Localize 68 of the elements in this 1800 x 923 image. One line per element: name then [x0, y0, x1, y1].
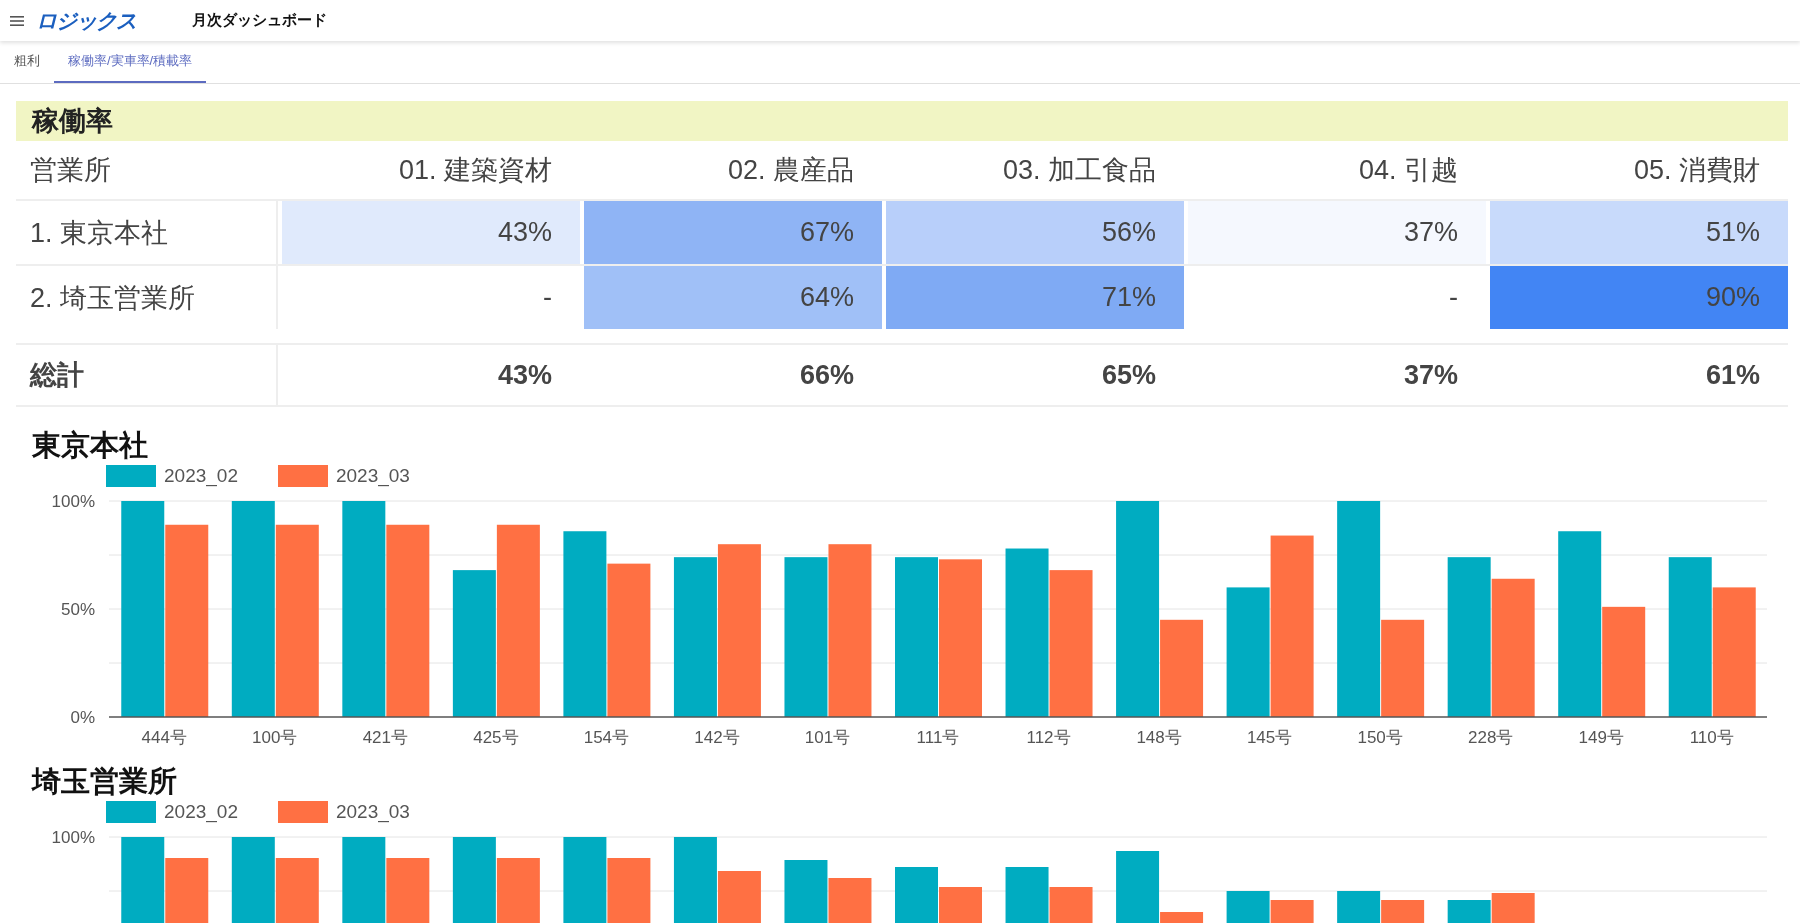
x-tick-label: 154号: [583, 728, 630, 747]
table-cell-text: 65%: [1100, 358, 1157, 392]
x-tick-label: 150号: [1357, 728, 1403, 747]
column-header: 01. 建築資材: [397, 154, 553, 187]
x-tick-label: 111号: [916, 728, 960, 747]
table-cell: 67%: [584, 201, 882, 264]
legend-label: 2023_02: [164, 465, 238, 487]
legend-label: 2023_02: [164, 801, 238, 823]
section-title: 稼働率: [16, 101, 1788, 141]
bar: [165, 858, 209, 923]
table-cell: 71%: [886, 266, 1184, 329]
row-label: 1. 東京本社: [16, 201, 278, 264]
column-header: 05. 消費財: [1632, 154, 1761, 187]
table-cell-text: 37%: [1402, 358, 1459, 392]
x-tick-label: 425号: [473, 728, 519, 747]
dashboard-title: 月次ダッシュボード: [192, 11, 327, 30]
x-tick-label: 444号: [141, 728, 187, 747]
table-cell-text: 43%: [496, 358, 553, 392]
bar: [1226, 891, 1270, 923]
tab[interactable]: 粗利: [0, 41, 54, 83]
bar: [1491, 893, 1535, 923]
x-tick-label: 110号: [1689, 728, 1734, 747]
bar: [784, 860, 828, 923]
x-tick-label: 112号: [1026, 728, 1071, 747]
bar: [607, 858, 651, 923]
table-cell: 90%: [1490, 266, 1788, 329]
bar: [828, 878, 872, 923]
tab[interactable]: 稼働率/実車率/積載率: [54, 41, 207, 83]
x-tick-label: 101号: [804, 728, 851, 747]
bar: [1447, 900, 1491, 923]
table-cell-text: -: [542, 281, 553, 314]
bar: [1337, 891, 1381, 923]
table-cell: 51%: [1490, 201, 1788, 264]
table-cell: 43%: [282, 201, 580, 264]
column-header: 04. 引越: [1357, 154, 1459, 187]
x-tick-label: 145号: [1246, 728, 1293, 747]
legend-label: 2023_03: [335, 801, 410, 823]
y-tick-label: 100%: [51, 828, 95, 847]
row-label: 2. 埼玉営業所: [16, 266, 278, 329]
x-tick-label: 142号: [694, 728, 740, 747]
bar: [386, 858, 430, 923]
column-header: 02. 農産品: [726, 154, 855, 187]
logo: ロジックス: [36, 7, 136, 34]
column-header: 03. 加工食品: [1001, 154, 1157, 187]
menu-icon[interactable]: [10, 14, 24, 27]
bar: [496, 858, 540, 923]
row-label: 総計: [16, 345, 278, 405]
table-cell-text: 61%: [1704, 358, 1761, 392]
table-cell-text: 66%: [798, 358, 855, 392]
table-cell: 64%: [584, 266, 882, 329]
x-tick-label: 228号: [1468, 728, 1514, 747]
legend-label: 2023_03: [335, 465, 410, 487]
table-cell: 56%: [886, 201, 1184, 264]
table-cell-text: -: [1448, 281, 1459, 314]
column-header: 営業所: [29, 154, 112, 187]
chart-title: 東京本社: [32, 428, 149, 463]
bar: [1270, 900, 1314, 923]
x-tick-label: 100号: [252, 728, 298, 747]
y-tick-label: 50%: [60, 600, 95, 619]
y-tick-label: 100%: [51, 492, 95, 511]
x-tick-label: 421号: [362, 728, 408, 747]
bar: [275, 858, 319, 923]
chart-title: 埼玉営業所: [32, 764, 178, 799]
table-cell: 37%: [1188, 201, 1486, 264]
bar: [1381, 900, 1425, 923]
y-tick-label: 0%: [70, 708, 95, 727]
x-tick-label: 149号: [1578, 728, 1624, 747]
x-tick-label: 148号: [1136, 728, 1182, 747]
